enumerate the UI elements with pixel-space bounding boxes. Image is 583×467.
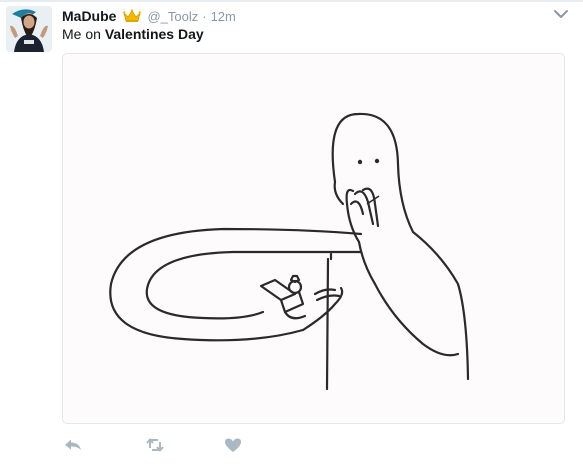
retweet-button[interactable] [144,434,166,456]
retweet-icon [146,438,164,452]
tweet-text: Me on Valentines Day [62,26,204,42]
valentines-drawing-image [109,112,470,391]
avatar[interactable] [6,6,52,52]
like-button[interactable] [222,434,244,456]
separator: · [202,8,207,24]
crown-emoji-icon [123,9,142,22]
reply-icon [65,439,81,450]
heart-icon [225,438,241,452]
timestamp[interactable]: 12m [211,9,236,24]
tweet-actions [62,434,362,456]
tweet-text-prefix: Me on [62,26,105,42]
avatar-image [6,6,52,52]
reply-button[interactable] [62,434,84,456]
divider [0,0,583,2]
tweet[interactable]: MaDube @_Toolz · 12m Me on Valentines Da… [0,0,583,467]
tweet-header: MaDube @_Toolz · 12m [62,6,236,26]
display-name[interactable]: MaDube [62,8,116,24]
user-handle[interactable]: @_Toolz [147,9,198,24]
tweet-text-highlight: Valentines Day [104,26,204,42]
chevron-down-icon[interactable] [553,8,569,20]
tweet-image[interactable] [62,53,565,424]
